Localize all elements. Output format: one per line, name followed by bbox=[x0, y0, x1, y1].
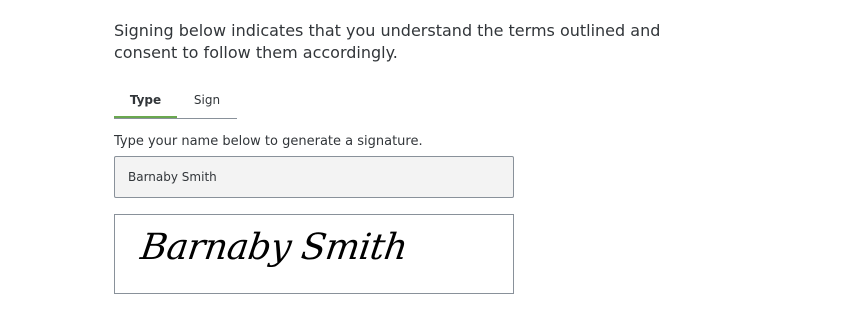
consent-text: Signing below indicates that you underst… bbox=[114, 21, 661, 62]
tab-sign[interactable]: Sign bbox=[177, 88, 237, 118]
signature-instruction: Type your name below to generate a signa… bbox=[114, 134, 423, 149]
signature-preview: Barnaby Smith bbox=[138, 227, 410, 268]
name-input[interactable] bbox=[114, 156, 514, 198]
tab-type[interactable]: Type bbox=[114, 88, 177, 118]
signature-preview-box: Barnaby Smith bbox=[114, 214, 514, 294]
signature-mode-tabs: Type Sign bbox=[114, 88, 237, 119]
